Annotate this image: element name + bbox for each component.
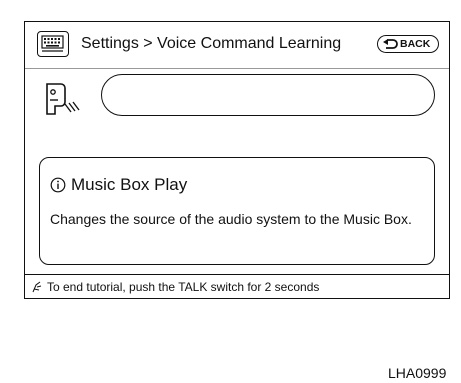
talk-switch-icon [32, 281, 42, 292]
back-label: BACK [400, 38, 431, 50]
command-description: Changes the source of the audio system t… [50, 211, 412, 227]
header-bar: Settings > Voice Command Learning BACK [25, 22, 449, 69]
voice-input-area [25, 68, 449, 126]
back-arrow-icon [383, 39, 398, 49]
command-info-card: Music Box Play Changes the source of the… [39, 157, 435, 265]
speaking-person-icon [46, 83, 80, 115]
voice-recognition-field [101, 74, 435, 116]
tutorial-hint-bar: To end tutorial, push the TALK switch fo… [25, 274, 449, 298]
menu-icon[interactable] [37, 31, 69, 57]
breadcrumb: Settings > Voice Command Learning [81, 35, 342, 52]
command-title-row: Music Box Play [50, 175, 187, 195]
command-title: Music Box Play [71, 175, 188, 194]
back-button[interactable]: BACK [377, 35, 439, 53]
figure-code: LHA0999 [388, 365, 447, 381]
keyboard-grid-icon [41, 35, 64, 52]
voice-tutorial-screen: Settings > Voice Command Learning BACK M… [24, 21, 450, 299]
tutorial-hint-text: To end tutorial, push the TALK switch fo… [47, 279, 320, 294]
info-icon [50, 177, 66, 193]
